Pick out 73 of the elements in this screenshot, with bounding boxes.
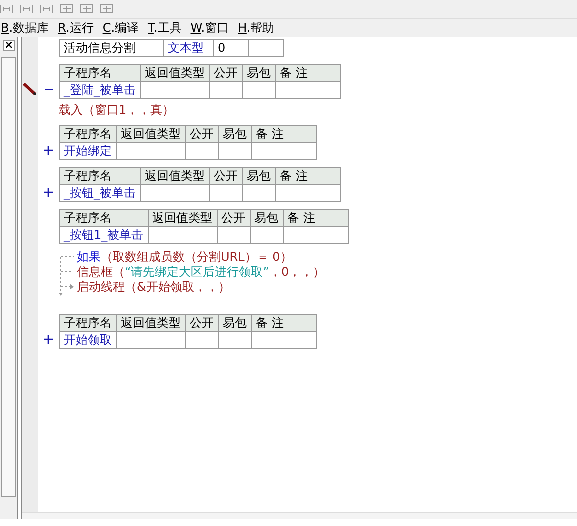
- table-cell: [276, 184, 340, 202]
- table-cell: [218, 142, 252, 160]
- column-header: 易包: [218, 126, 252, 142]
- spacing-icon[interactable]: [40, 3, 54, 15]
- code-line: 如果（取数组成员数（分割URL）＝ 0）: [77, 250, 294, 265]
- table-cell: [276, 82, 340, 98]
- column-header: 易包: [250, 210, 284, 226]
- table-cell: [148, 226, 218, 244]
- expand-icon[interactable]: [44, 146, 53, 155]
- table-cell: [210, 82, 242, 98]
- column-header: 备 注: [283, 210, 348, 226]
- column-header: 返回值类型: [148, 210, 218, 226]
- table-cell: [252, 142, 316, 160]
- menu-item[interactable]: W.窗口: [190, 19, 230, 37]
- column-header: 返回值类型: [116, 126, 186, 142]
- table-cell: [116, 332, 186, 348]
- column-header: 子程序名: [60, 168, 140, 184]
- table-cell: [252, 332, 316, 348]
- spacing-icon[interactable]: [20, 3, 34, 15]
- menu-item[interactable]: B.数据库: [1, 19, 50, 37]
- column-header: 子程序名: [60, 126, 116, 142]
- table-cell: [186, 142, 218, 160]
- column-header: 子程序名: [60, 314, 116, 332]
- column-header: 备 注: [276, 168, 340, 184]
- column-header: 备 注: [252, 314, 316, 332]
- column-header: 易包: [242, 168, 276, 184]
- table-cell: [242, 184, 276, 202]
- variable-name-cell: 活动信息分割: [60, 40, 164, 56]
- table-cell: [210, 184, 242, 202]
- column-header: 易包: [218, 314, 252, 332]
- subroutine-name[interactable]: _按钮1_被单击: [60, 226, 148, 244]
- table-cell: [140, 82, 210, 98]
- column-header: 返回值类型: [140, 168, 210, 184]
- code-line: 载入（窗口1，，真）: [59, 103, 175, 118]
- close-icon: [6, 42, 12, 48]
- column-header: 公开: [210, 168, 242, 184]
- menu-item[interactable]: H.帮助: [238, 19, 275, 37]
- subroutine-name[interactable]: _登陆_被单击: [60, 82, 140, 98]
- column-header: 公开: [210, 64, 242, 82]
- menu-item[interactable]: C.编译: [102, 19, 140, 37]
- table-cell: [248, 40, 284, 56]
- table-cell: [116, 142, 186, 160]
- expand-icon[interactable]: [44, 335, 53, 344]
- column-header: 公开: [217, 210, 250, 226]
- column-header: 返回值类型: [116, 314, 186, 332]
- subroutine-name[interactable]: _按钮_被单击: [60, 184, 140, 202]
- column-header: 易包: [242, 64, 276, 82]
- table-cell: [250, 226, 284, 244]
- code-line: 信息框（“请先绑定大区后进行领取”，0，，）: [77, 265, 326, 280]
- expand-icon[interactable]: [44, 188, 53, 197]
- close-button[interactable]: [2, 40, 14, 51]
- column-header: 公开: [186, 126, 218, 142]
- table-cell: [186, 332, 218, 348]
- align-icon[interactable]: [0, 3, 14, 15]
- table-cell: [140, 184, 210, 202]
- column-header: 子程序名: [60, 210, 148, 226]
- code-line: 启动线程（&开始领取，，）: [77, 280, 232, 295]
- subroutine-name[interactable]: 开始领取: [60, 332, 116, 348]
- column-header: 返回值类型: [140, 64, 210, 82]
- variable-type-cell: 文本型: [164, 40, 214, 56]
- column-header: 备 注: [252, 126, 316, 142]
- table-cell: [242, 82, 276, 98]
- column-header: 子程序名: [60, 64, 140, 82]
- column-header: 公开: [186, 314, 218, 332]
- subroutine-name[interactable]: 开始绑定: [60, 142, 116, 160]
- variable-value-cell: 0: [214, 40, 248, 56]
- horizontal-scrollbar[interactable]: [22, 512, 577, 519]
- table-cell: [218, 332, 252, 348]
- table-cell: [217, 226, 250, 244]
- menu-item[interactable]: T.工具: [148, 19, 182, 37]
- table-cell: [283, 226, 348, 244]
- column-header: 备 注: [276, 64, 340, 82]
- menu-item[interactable]: R.运行: [58, 19, 94, 37]
